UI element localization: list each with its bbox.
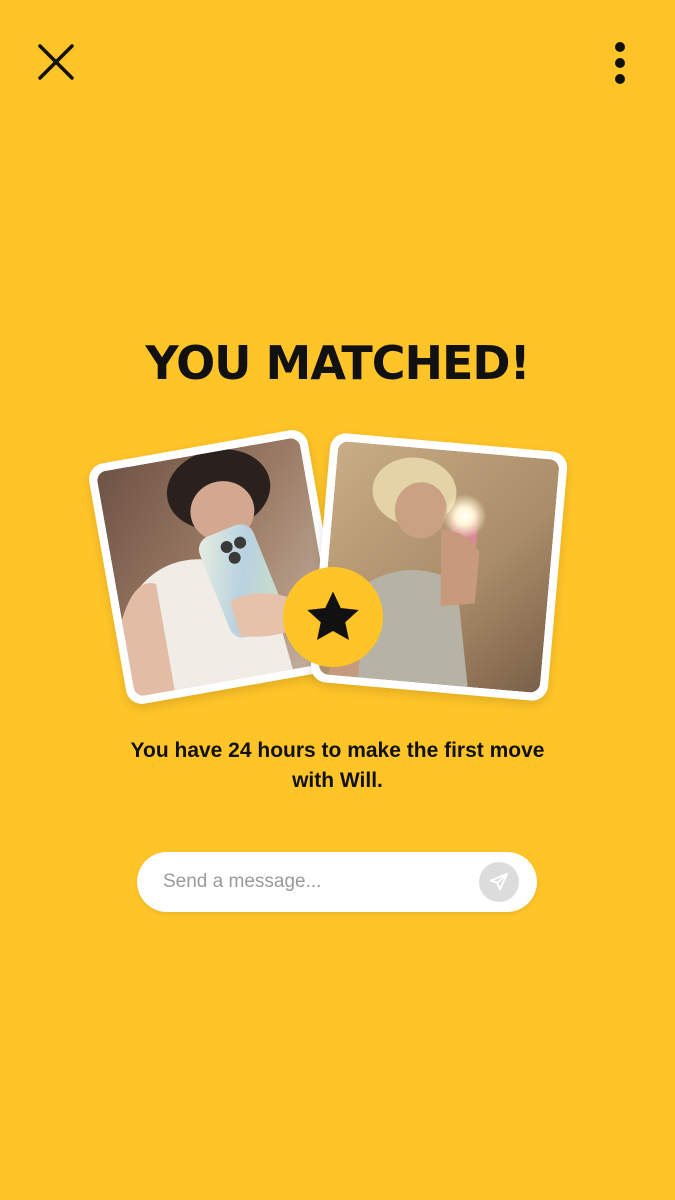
match-title: YOU MATCHED! <box>145 336 530 390</box>
match-subtitle: You have 24 hours to make the first move… <box>130 739 545 792</box>
more-options-button[interactable] <box>604 40 636 86</box>
my-profile-photo <box>86 427 348 707</box>
close-icon <box>38 44 74 80</box>
send-button[interactable] <box>479 862 519 902</box>
match-star-badge <box>283 567 383 667</box>
message-bar <box>137 852 537 912</box>
mirror-selfie-photo <box>95 436 339 698</box>
close-button[interactable] <box>34 40 78 84</box>
message-input[interactable] <box>161 870 479 894</box>
send-icon <box>489 872 509 891</box>
star-icon <box>307 591 359 640</box>
more-vertical-icon <box>615 42 625 84</box>
